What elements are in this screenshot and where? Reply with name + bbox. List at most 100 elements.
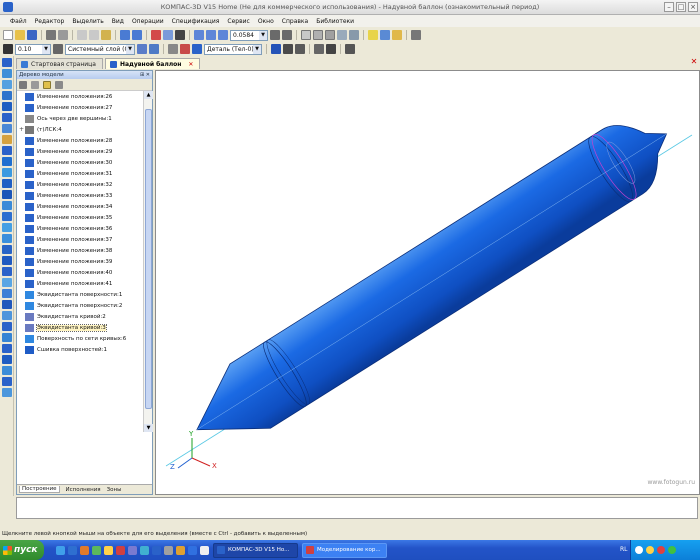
section-icon[interactable] (380, 30, 390, 40)
tab-versions[interactable]: Исполнения (66, 487, 101, 493)
menu-file[interactable]: Файл (6, 18, 31, 25)
display-icon[interactable] (295, 44, 305, 54)
edit-mode-icon[interactable] (168, 44, 178, 54)
fillet-icon[interactable] (2, 124, 12, 133)
tree-item[interactable]: Изменение положения:36 (17, 223, 144, 234)
rotate-icon[interactable] (270, 30, 280, 40)
surface-tool-icon[interactable] (2, 201, 12, 210)
tray-icon[interactable] (657, 546, 665, 554)
start-button[interactable]: пуск (0, 540, 44, 560)
tab-zones[interactable]: Зоны (107, 487, 122, 493)
settings-icon[interactable] (411, 30, 421, 40)
layer-select[interactable]: Системный слой (0) ▼ (65, 43, 135, 55)
tree-item[interactable]: Изменение положения:39 (17, 256, 144, 267)
tree-item[interactable]: Изменение положения:27 (17, 102, 144, 113)
tree-item[interactable]: Эквидистанта поверхности:2 (17, 300, 144, 311)
rib-icon[interactable] (2, 157, 12, 166)
wireframe-icon[interactable] (301, 30, 311, 40)
no-hidden-lines-icon[interactable] (337, 30, 347, 40)
tree-item[interactable]: Эквидистанта кривой:2 (17, 311, 144, 322)
ie-icon[interactable] (56, 545, 65, 555)
tree-item[interactable]: Сшивка поверхностей:1 (17, 344, 144, 355)
minimize-button[interactable]: – (664, 2, 674, 12)
menu-edit[interactable]: Редактор (31, 18, 69, 25)
tree-item[interactable]: Изменение положения:31 (17, 168, 144, 179)
sheet-icon[interactable] (392, 30, 402, 40)
close-button[interactable]: × (688, 2, 698, 12)
tree-item[interactable]: Поверхность по сети кривых:6 (17, 333, 144, 344)
app3-icon[interactable] (140, 545, 149, 555)
new-document-icon[interactable] (3, 30, 13, 40)
tree-scrollbar[interactable]: ▲ ▼ (143, 91, 153, 432)
chevron-down-icon[interactable]: ▼ (259, 30, 267, 40)
library-icon[interactable] (2, 311, 12, 320)
loft-icon[interactable] (2, 102, 12, 111)
desktop-icon[interactable] (68, 545, 77, 555)
spec-icon[interactable] (2, 278, 12, 287)
tree-item[interactable]: + (т)ЛСК:4 (17, 124, 144, 135)
app8-icon[interactable] (200, 545, 209, 555)
manager-icon[interactable] (151, 30, 161, 40)
print-preview-icon[interactable] (58, 30, 68, 40)
properties-icon[interactable] (163, 30, 173, 40)
curve-tool-icon[interactable] (2, 212, 12, 221)
tab-start-page[interactable]: Стартовая страница (16, 58, 103, 69)
zoom-in-icon[interactable] (194, 30, 204, 40)
media-icon[interactable] (80, 545, 89, 555)
tray-icon[interactable] (635, 546, 643, 554)
app7-icon[interactable] (188, 545, 197, 555)
tray-icon[interactable] (668, 546, 676, 554)
maximize-button[interactable]: □ (676, 2, 686, 12)
view-icon[interactable] (2, 355, 12, 364)
detail-state-select[interactable]: Деталь (Тел-0) ▼ (204, 43, 262, 55)
pattern-icon[interactable] (2, 179, 12, 188)
redo-icon[interactable] (132, 30, 142, 40)
open-folder-icon[interactable] (15, 30, 25, 40)
print-icon[interactable] (46, 30, 56, 40)
tree-item[interactable]: Изменение положения:26 (17, 91, 144, 102)
parameters-icon[interactable] (345, 44, 355, 54)
tree-order-icon[interactable] (19, 80, 27, 89)
tab-balloon[interactable]: Надувной баллон ✕ (104, 58, 201, 69)
pan-icon[interactable] (282, 30, 292, 40)
menu-select[interactable]: Выделить (68, 18, 107, 25)
paste-icon[interactable] (101, 30, 111, 40)
menu-specification[interactable]: Спецификация (168, 18, 224, 25)
check-icon[interactable] (2, 388, 12, 397)
scroll-down-icon[interactable]: ▼ (144, 424, 153, 432)
zoom-out-icon[interactable] (218, 30, 228, 40)
app5-icon[interactable] (164, 545, 173, 555)
menu-service[interactable]: Сервис (223, 18, 253, 25)
chevron-down-icon[interactable]: ▼ (42, 44, 50, 54)
chevron-down-icon[interactable]: ▼ (126, 44, 134, 54)
tree-item[interactable]: Изменение положения:40 (17, 267, 144, 278)
export-icon[interactable] (2, 377, 12, 386)
tree-item[interactable]: Изменение положения:41 (17, 278, 144, 289)
extrude-icon[interactable] (2, 80, 12, 89)
hole-icon[interactable] (2, 168, 12, 177)
line-width-select[interactable]: 0.10 ▼ (15, 43, 51, 55)
help-icon[interactable] (175, 30, 185, 40)
edit-icon[interactable] (149, 44, 159, 54)
snap-icon[interactable] (314, 44, 324, 54)
menu-view[interactable]: Вид (108, 18, 128, 25)
tree-item[interactable]: Изменение положения:34 (17, 201, 144, 212)
balloon-body[interactable] (177, 102, 687, 462)
opera-icon[interactable] (116, 545, 125, 555)
filter-tool-icon[interactable] (2, 267, 12, 276)
tree-filter-icon[interactable] (43, 80, 51, 89)
app-icon[interactable] (92, 545, 101, 555)
dimension-icon[interactable] (2, 333, 12, 342)
tab-construction[interactable]: Построение (19, 486, 60, 493)
cut-icon[interactable] (77, 30, 87, 40)
tree-item[interactable]: Изменение положения:29 (17, 146, 144, 157)
app2-icon[interactable] (128, 545, 137, 555)
perspective-icon[interactable] (368, 30, 378, 40)
model-viewport[interactable]: Y X Z www.fotogun.ru (155, 70, 700, 495)
copy-icon[interactable] (89, 30, 99, 40)
zoom-window-icon[interactable] (206, 30, 216, 40)
sheet-metal-icon[interactable] (2, 300, 12, 309)
menu-operations[interactable]: Операции (128, 18, 168, 25)
menu-window[interactable]: Окно (254, 18, 278, 25)
tray-icon[interactable] (646, 546, 654, 554)
